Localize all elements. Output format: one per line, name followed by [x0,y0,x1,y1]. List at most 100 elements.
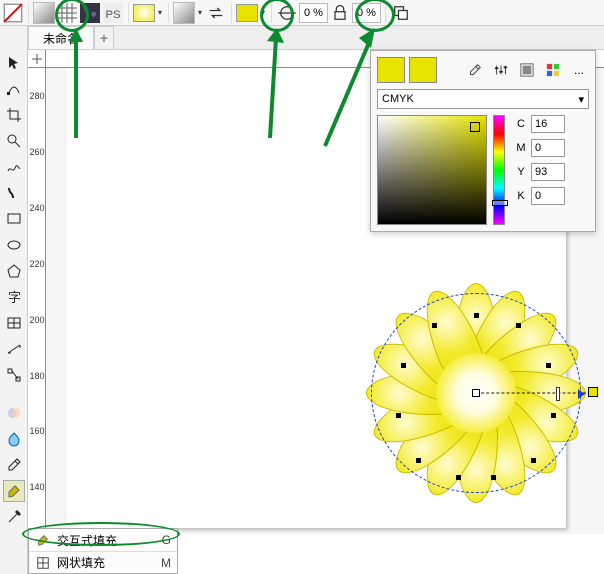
ruler-origin[interactable] [28,50,46,68]
rectangle-tool[interactable] [3,208,25,230]
hue-indicator[interactable] [492,200,508,206]
pattern-fill-button[interactable] [56,2,78,24]
end-node-dropdown[interactable]: ▾ [259,2,267,24]
ruler-tick: 280 [28,91,46,101]
y-input[interactable] [531,163,565,181]
edit-node[interactable] [531,458,536,463]
flyout-item-shortcut: M [161,556,171,570]
svg-text:字: 字 [8,290,21,305]
secondary-color-swatch[interactable] [409,57,437,83]
more-options-button[interactable]: ... [569,60,589,80]
edit-node[interactable] [546,363,551,368]
table-tool[interactable] [3,312,25,334]
ellipse-tool[interactable] [3,234,25,256]
polygon-tool[interactable] [3,260,25,282]
m-label: M [515,142,527,154]
ruler-tick: 180 [28,371,46,381]
interactive-fill-tool[interactable] [3,480,25,502]
palettes-icon[interactable] [543,60,563,80]
uniform-fill-button[interactable] [33,2,55,24]
left-toolbox: 字 [0,26,28,574]
copy-props-button[interactable] [390,2,412,24]
fill-tool-flyout: 交互式填充 G 网状填充 M [28,528,178,574]
postscript-fill-button[interactable]: PS [102,2,124,24]
shape-tool[interactable] [3,78,25,100]
cmyk-inputs: C M Y K [515,115,565,225]
k-label: K [515,190,527,202]
ruler-tick: 160 [28,426,46,436]
blend-tool[interactable] [3,402,25,424]
edit-node[interactable] [401,363,406,368]
document-tab-active[interactable]: 未命名 [28,26,94,49]
m-input[interactable] [531,139,565,157]
lock-icon[interactable] [329,2,351,24]
eyedropper-tool[interactable] [3,454,25,476]
flyout-item-shortcut: G [162,533,171,547]
dimension-tool[interactable] [3,338,25,360]
edit-node[interactable] [396,413,401,418]
hue-slider[interactable] [493,115,505,225]
color-model-label: CMYK [382,93,414,105]
freehand-tool[interactable] [3,156,25,178]
fill-style-dropdown[interactable]: ▾ [156,2,164,24]
zoom-tool[interactable] [3,130,25,152]
ruler-tick: 140 [28,482,46,492]
edit-node[interactable] [474,313,479,318]
color-field[interactable] [377,115,487,225]
pick-tool[interactable] [3,52,25,74]
edit-node[interactable] [491,475,496,480]
gradient-start-handle[interactable] [472,389,480,397]
c-input[interactable] [531,115,565,133]
texture-fill-button[interactable] [79,2,101,24]
gradient-mid-handle[interactable] [556,387,560,401]
edit-node[interactable] [551,413,556,418]
k-input[interactable] [531,187,565,205]
primary-color-swatch[interactable] [377,57,405,83]
color-viewer-icon[interactable] [517,60,537,80]
connector-tool[interactable] [3,364,25,386]
start-node-swatch[interactable] [173,2,195,24]
eyedropper-icon[interactable] [465,60,485,80]
svg-text:PS: PS [106,9,121,21]
color-docker: ... CMYK ▾ C M Y K [370,50,596,232]
ruler-tick: 200 [28,315,46,325]
edit-node[interactable] [416,458,421,463]
free-transform-icon[interactable] [276,2,298,24]
ruler-tick: 260 [28,147,46,157]
y-label: Y [515,166,527,178]
flower-object[interactable] [346,263,604,523]
vertical-ruler[interactable]: 280 260 240 220 200 180 160 140 [28,68,46,534]
color-model-select[interactable]: CMYK ▾ [377,89,589,109]
edit-node[interactable] [432,323,437,328]
gradient-arrow-icon [578,389,585,399]
ruler-tick: 240 [28,203,46,213]
gradient-end-handle[interactable] [588,387,598,397]
flyout-item-label: 网状填充 [57,554,105,571]
outline-tool[interactable] [3,506,25,528]
edit-node[interactable] [456,475,461,480]
top-toolbar: PS ▾ ▾ ▾ 0 % 0 % [0,0,604,26]
midpoint-spinner[interactable]: 0 % [299,3,328,23]
ruler-tick: 220 [28,259,46,269]
artistic-media-tool[interactable] [3,182,25,204]
text-tool[interactable]: 字 [3,286,25,308]
flyout-item-mesh-fill[interactable]: 网状填充 M [29,551,177,573]
start-node-dropdown[interactable]: ▾ [196,2,204,24]
sliders-icon[interactable] [491,60,511,80]
transparency-tool[interactable] [3,428,25,450]
angle-spinner[interactable]: 0 % [352,3,381,23]
mesh-fill-icon [35,555,51,571]
document-tab-bar: 未命名 + [28,26,604,50]
fill-style-swatch[interactable] [133,4,155,22]
flyout-item-interactive-fill[interactable]: 交互式填充 G [29,529,177,551]
interactive-fill-icon [35,532,51,548]
chevron-down-icon: ▾ [578,93,584,106]
c-label: C [515,118,527,130]
swap-colors-button[interactable] [205,2,227,24]
crop-tool[interactable] [3,104,25,126]
end-node-swatch[interactable] [236,4,258,22]
edit-node[interactable] [516,323,521,328]
flyout-item-label: 交互式填充 [57,532,117,549]
new-document-tab[interactable]: + [94,26,114,49]
no-fill-icon[interactable] [2,2,24,24]
